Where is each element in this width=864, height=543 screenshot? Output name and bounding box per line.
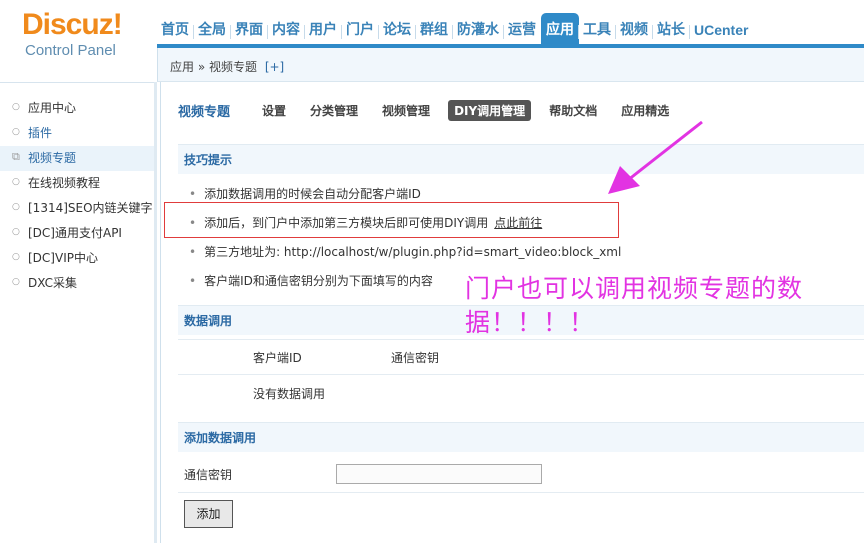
empty-message: 没有数据调用 — [253, 387, 326, 401]
tip-text: 添加数据调用的时候会自动分配客户端ID — [204, 187, 421, 201]
sidebar: ○ 应用中心 ○ 插件 ⧉ 视频专题 ○ 在线视频教程 ○ [1314]SEO内链关键字 … — [0, 82, 157, 543]
sidebar-item-label: [1314]SEO内链关键字 — [28, 201, 153, 215]
column-header-secret: 通信密钥 — [391, 351, 440, 365]
sidebar-item-label: 插件 — [28, 126, 53, 140]
tab-videos[interactable]: 视频管理 — [376, 100, 436, 121]
nav-apps[interactable]: 应用 — [541, 13, 579, 48]
secret-key-input[interactable] — [336, 464, 542, 484]
sidebar-item-seo-keywords[interactable]: ○ [1314]SEO内链关键字 — [0, 196, 154, 221]
sidebar-item-dxc-collect[interactable]: ○ DXC采集 — [0, 271, 154, 296]
tab-diy-call[interactable]: DIY调用管理 — [448, 99, 532, 121]
arrow-shaft — [627, 120, 703, 182]
bullet-icon: • — [189, 274, 197, 288]
arrow-annotation — [608, 120, 703, 194]
bullet-icon: • — [189, 187, 197, 201]
sidebar-item-video-topic[interactable]: ⧉ 视频专题 — [0, 146, 154, 171]
tip-item: • 客户端ID和通信密钥分别为下面填写的内容 — [189, 272, 433, 289]
circle-bullet-icon: ○ — [12, 202, 20, 212]
bullet-icon: • — [189, 245, 197, 259]
logo[interactable]: Discuz! Control Panel — [22, 8, 132, 68]
sidebar-item-label: 应用中心 — [28, 101, 77, 115]
tip-text: 客户端ID和通信密钥分别为下面填写的内容 — [204, 274, 433, 288]
tips-heading: 技巧提示 — [178, 144, 864, 174]
secret-key-label: 通信密钥 — [184, 468, 233, 482]
circle-bullet-icon: ○ — [12, 252, 20, 262]
highlight-box — [164, 202, 619, 238]
plugin-title[interactable]: 视频专题 — [178, 101, 230, 120]
circle-bullet-icon: ○ — [12, 227, 20, 237]
header: Discuz! Control Panel 首页 全局 界面 内容 用户 门户 … — [0, 0, 864, 82]
sidebar-item-online-tutorial[interactable]: ○ 在线视频教程 — [0, 171, 154, 196]
sidebar-menu: ○ 应用中心 ○ 插件 ⧉ 视频专题 ○ 在线视频教程 ○ [1314]SEO内链关键字 … — [0, 96, 154, 296]
tab-settings[interactable]: 设置 — [256, 100, 292, 121]
tip-item: • 第三方地址为: http://localhost/w/plugin.php?i… — [189, 243, 621, 260]
tab-help[interactable]: 帮助文档 — [543, 100, 603, 121]
add-button[interactable]: 添加 — [184, 500, 233, 528]
divider — [178, 492, 864, 493]
sidebar-item-label: [DC]通用支付API — [28, 226, 122, 240]
sidebar-item-vip-center[interactable]: ○ [DC]VIP中心 — [0, 246, 154, 271]
column-header-client-id: 客户端ID — [253, 351, 302, 365]
tab-categories[interactable]: 分类管理 — [304, 100, 364, 121]
top-nav: 首页 全局 界面 内容 用户 门户 论坛 群组 防灌水 运营 应用 工具 视频 … — [157, 8, 753, 48]
divider — [178, 374, 864, 375]
external-link-icon: ⧉ — [12, 150, 20, 163]
sidebar-divider — [0, 82, 154, 89]
tip-text: 第三方地址为: http://localhost/w/plugin.php?id… — [204, 245, 622, 259]
breadcrumb-add-button[interactable]: [+] — [265, 60, 284, 74]
circle-bullet-icon: ○ — [12, 102, 20, 112]
sidebar-item-payment-api[interactable]: ○ [DC]通用支付API — [0, 221, 154, 246]
sidebar-item-label: 在线视频教程 — [28, 176, 101, 190]
logo-subtitle: Control Panel — [25, 42, 116, 59]
sidebar-item-label: 视频专题 — [28, 151, 77, 165]
tip-item: • 添加数据调用的时候会自动分配客户端ID — [189, 185, 421, 202]
breadcrumb-path: 应用 » 视频专题 — [170, 60, 257, 74]
sidebar-item-app-center[interactable]: ○ 应用中心 — [0, 96, 154, 121]
sidebar-item-label: [DC]VIP中心 — [28, 251, 98, 265]
annotation-text: 门户也可以调用视频专题的数据！！！！ — [465, 274, 804, 337]
add-call-heading: 添加数据调用 — [178, 422, 864, 452]
sidebar-item-plugins[interactable]: ○ 插件 — [0, 121, 154, 146]
arrow-head — [608, 166, 640, 194]
circle-bullet-icon: ○ — [12, 177, 20, 187]
circle-bullet-icon: ○ — [12, 127, 20, 137]
logo-brand: Discuz! — [22, 8, 123, 41]
circle-bullet-icon: ○ — [12, 277, 20, 287]
breadcrumb: 应用 » 视频专题 [+] — [170, 58, 284, 75]
sidebar-item-label: DXC采集 — [28, 276, 77, 290]
breadcrumb-bar: 应用 » 视频专题 [+] — [157, 48, 864, 82]
